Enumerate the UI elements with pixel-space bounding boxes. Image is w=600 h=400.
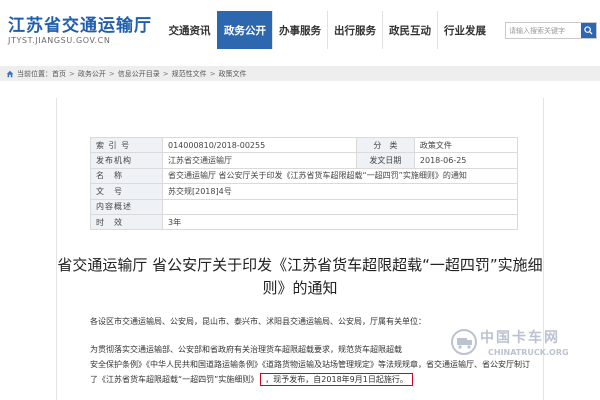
document-paragraph-line: 安全保护条例》《中华人民共和国道路运输条例》《道路货物运输及站场管理规定》等法规… <box>90 360 530 369</box>
issuer-value: 江苏省交通运输厅 <box>162 152 357 169</box>
breadcrumb-item-gov-affairs[interactable]: 政务公开 <box>78 69 106 79</box>
table-row: 发布机构 江苏省交通运输厅 发文日期 2018-06-25 <box>90 152 519 169</box>
breadcrumb-item-normative-docs[interactable]: 规范性文件 <box>172 69 207 79</box>
home-icon <box>6 70 14 78</box>
breadcrumb-separator: > <box>162 69 169 78</box>
table-row: 索 引 号 014000810/2018-00255 分 类 政策文件 <box>90 136 519 154</box>
watermark: 中国卡车网 CHINATRUCK.ORG <box>450 324 600 368</box>
breadcrumb-separator: > <box>209 69 216 78</box>
issuer-label: 发布机构 <box>90 152 163 169</box>
nav-item-services[interactable]: 办事服务 <box>272 11 327 49</box>
highlighted-effective-date: ，现予发布，自2018年9月1日起施行。 <box>260 373 413 386</box>
breadcrumb-separator: > <box>69 69 75 78</box>
breadcrumb-prefix: 当前位置： <box>17 69 52 78</box>
breadcrumb-item-catalog[interactable]: 信息公开目录 <box>118 69 160 79</box>
paragraph-text: 了《江苏省货车超限超载“一超四罚”实施细则》 <box>90 375 259 384</box>
watermark-cn: 中国卡车网 <box>480 330 560 346</box>
search-box <box>505 22 597 39</box>
index-label: 索 引 号 <box>90 136 163 154</box>
summary-value <box>162 198 518 215</box>
validity-value: 3年 <box>162 213 518 231</box>
site-logo-title[interactable]: 江苏省交通运输厅 <box>8 11 152 36</box>
breadcrumb-separator: > <box>108 69 115 78</box>
table-row: 内容概述 <box>90 198 518 215</box>
docno-label: 文 号 <box>90 183 163 200</box>
search-input[interactable] <box>506 23 582 38</box>
document-title-line: 则》的通知 <box>262 279 338 297</box>
category-label: 分 类 <box>355 136 415 154</box>
table-row: 时 效 3年 <box>90 213 518 231</box>
nav-item-industry[interactable]: 行业发展 <box>437 11 492 49</box>
site-header: 江苏省交通运输厅 JTYST.JIANGSU.GOV.CN 交通资讯 政务公开 … <box>0 0 600 56</box>
nav-item-interaction[interactable]: 政民互动 <box>382 11 437 49</box>
main-nav: 交通资讯 政务公开 办事服务 出行服务 政民互动 行业发展 <box>162 11 492 49</box>
search-button[interactable] <box>581 23 596 38</box>
docno-value: 苏交规[2018]4号 <box>162 183 518 200</box>
index-value: 014000810/2018-00255 <box>162 136 357 154</box>
document-addressee: 各设区市交通运输局、公安局，昆山市、泰兴市、沭阳县交通运输局、公安局，厅属有关单… <box>90 317 426 326</box>
name-label: 名 称 <box>90 167 163 185</box>
truck-logo-icon <box>451 329 477 355</box>
breadcrumb: 当前位置： 首页 > 政务公开 > 信息公开目录 > 规范性文件 > 政策文件 <box>0 66 600 81</box>
date-value: 2018-06-25 <box>413 152 519 169</box>
table-row: 文 号 苏交规[2018]4号 <box>90 183 518 200</box>
document-paragraph-line: 为贯彻落实交通运输部、公安部和省政府有关治理货车超限超载要求，规范货车超限超载 <box>90 345 402 354</box>
table-row: 名 称 省交通运输厅 省公安厅关于印发《江苏省货车超限超载“一超四罚”实施细则》… <box>90 167 518 185</box>
site-url: JTYST.JIANGSU.GOV.CN <box>8 36 111 45</box>
document-paragraph-line: 了《江苏省货车超限超载“一超四罚”实施细则》 ，现予发布，自2018年9月1日起施… <box>90 373 510 386</box>
breadcrumb-item-policy-docs[interactable]: 政策文件 <box>219 69 247 79</box>
validity-label: 时 效 <box>90 213 163 231</box>
name-value: 省交通运输厅 省公安厅关于印发《江苏省货车超限超载“一超四罚”实施细则》的通知 <box>162 167 518 185</box>
nav-item-news[interactable]: 交通资讯 <box>162 11 217 49</box>
category-value: 政策文件 <box>413 136 519 154</box>
document-title-line: 省交通运输厅 省公安厅关于印发《江苏省货车超限超载“一超四罚”实施细 <box>57 256 543 274</box>
summary-label: 内容概述 <box>90 198 163 215</box>
nav-item-travel[interactable]: 出行服务 <box>327 11 382 49</box>
nav-item-gov-affairs[interactable]: 政务公开 <box>217 11 272 49</box>
document-meta-table: 索 引 号 014000810/2018-00255 分 类 政策文件 发布机构… <box>90 136 519 231</box>
date-label: 发文日期 <box>355 152 415 169</box>
watermark-en: CHINATRUCK.ORG <box>488 348 569 357</box>
search-icon <box>584 26 593 35</box>
breadcrumb-item-home[interactable]: 首页 <box>52 69 66 79</box>
document-title: 省交通运输厅 省公安厅关于印发《江苏省货车超限超载“一超四罚”实施细 则》的通知 <box>56 254 544 300</box>
